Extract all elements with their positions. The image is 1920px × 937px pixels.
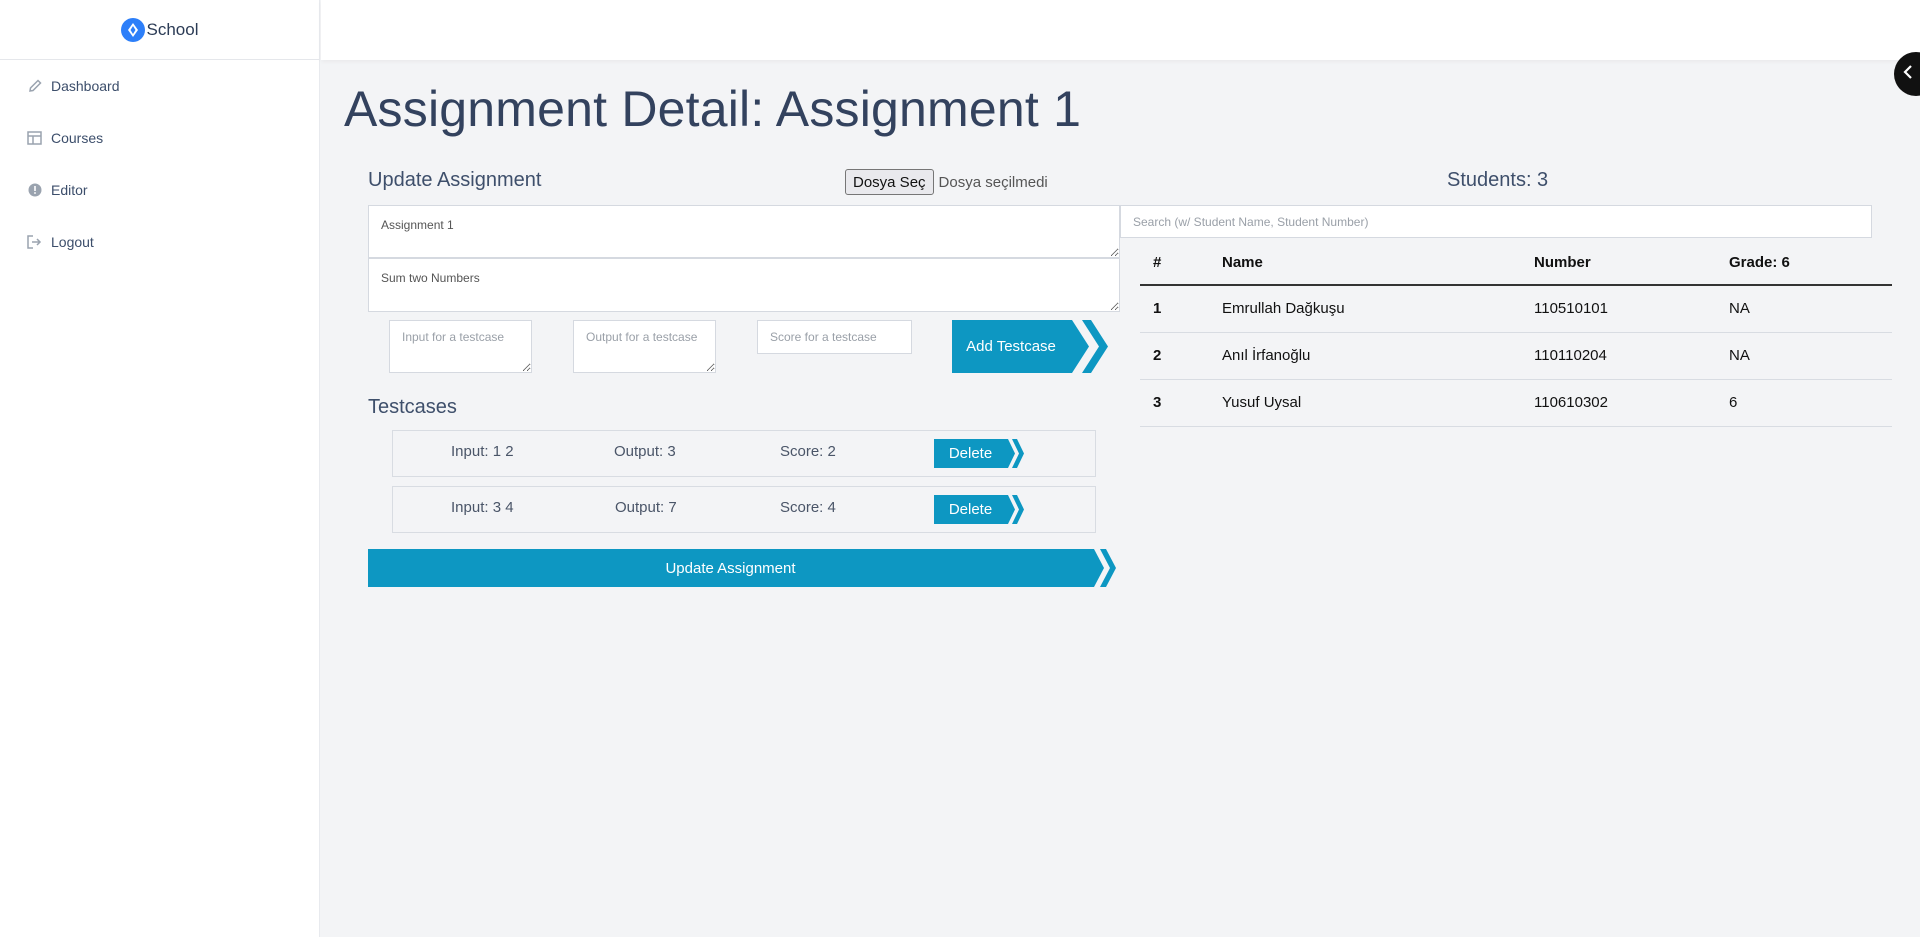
students-table: # Name Number Grade: 6 1 Emrullah Dağkuş… xyxy=(1140,240,1892,427)
student-number: 110110204 xyxy=(1521,332,1716,380)
chevron-arrow-icon xyxy=(1092,549,1116,587)
sidebar: School Dashboard Courses Editor Logout xyxy=(0,0,320,937)
delete-label: Delete xyxy=(934,439,1007,468)
update-assignment-label: Update Assignment xyxy=(368,549,1093,587)
topbar xyxy=(321,0,1920,60)
sidebar-item-label: Dashboard xyxy=(51,78,120,94)
logout-icon xyxy=(27,235,42,250)
page-title: Assignment Detail: Assignment 1 xyxy=(344,81,1082,137)
testcase-input: Input: 1 2 xyxy=(451,443,514,460)
students-title: Students: 3 xyxy=(1447,169,1549,191)
column-header: Name xyxy=(1209,240,1521,286)
testcase-score: Score: 2 xyxy=(780,443,836,460)
chevron-arrow-icon xyxy=(1069,320,1108,373)
sidebar-nav: Dashboard Courses Editor Logout xyxy=(0,60,319,268)
column-header: Number xyxy=(1521,240,1716,286)
add-testcase-label: Add Testcase xyxy=(952,320,1070,373)
student-search-input[interactable] xyxy=(1120,205,1872,238)
testcase-input-field[interactable] xyxy=(389,320,532,373)
student-grade: NA xyxy=(1716,332,1892,380)
brand-logo-icon xyxy=(120,17,145,42)
file-status: Dosya seçilmedi xyxy=(938,173,1048,191)
testcase-output: Output: 7 xyxy=(615,499,677,516)
testcase-output: Output: 3 xyxy=(614,443,676,460)
testcase-row: Input: 1 2 Output: 3 Score: 2 Delete xyxy=(392,430,1096,477)
student-name: Anıl İrfanoğlu xyxy=(1209,332,1521,380)
delete-label: Delete xyxy=(934,495,1007,524)
sidebar-item-dashboard[interactable]: Dashboard xyxy=(0,60,319,112)
pencil-icon xyxy=(27,79,42,94)
table-icon xyxy=(27,131,42,146)
column-header: Grade: 6 xyxy=(1716,240,1892,286)
testcase-output-field[interactable] xyxy=(573,320,716,373)
student-number: 110610302 xyxy=(1521,379,1716,427)
table-header-row: # Name Number Grade: 6 xyxy=(1140,240,1892,286)
sidebar-item-label: Logout xyxy=(51,234,94,250)
student-name: Emrullah Dağkuşu xyxy=(1209,285,1521,333)
student-index: 2 xyxy=(1140,332,1209,380)
student-number: 110510101 xyxy=(1521,285,1716,333)
student-index: 1 xyxy=(1140,285,1209,333)
testcase-input: Input: 3 4 xyxy=(451,499,514,516)
student-grade: NA xyxy=(1716,285,1892,333)
testcase-score-field[interactable] xyxy=(757,320,912,354)
sidebar-item-label: Editor xyxy=(51,182,88,198)
assignment-name-field[interactable]: Assignment 1 xyxy=(368,205,1120,258)
delete-testcase-button[interactable]: Delete xyxy=(934,495,1030,524)
testcases-title: Testcases xyxy=(368,396,457,418)
table-row[interactable]: 2 Anıl İrfanoğlu 110110204 NA xyxy=(1140,332,1892,380)
testcase-score: Score: 4 xyxy=(780,499,836,516)
brand-name: School xyxy=(146,19,199,39)
delete-testcase-button[interactable]: Delete xyxy=(934,439,1030,468)
sidebar-item-editor[interactable]: Editor xyxy=(0,164,319,216)
choose-file-button[interactable]: Dosya Seç xyxy=(845,169,934,195)
table-row[interactable]: 3 Yusuf Uysal 110610302 6 xyxy=(1140,379,1892,427)
brand[interactable]: School xyxy=(0,0,319,60)
update-assignment-title: Update Assignment xyxy=(368,169,542,191)
add-testcase-button[interactable]: Add Testcase xyxy=(952,320,1114,373)
sidebar-item-label: Courses xyxy=(51,130,104,146)
testcase-row: Input: 3 4 Output: 7 Score: 4 Delete xyxy=(392,486,1096,533)
assignment-description-field[interactable]: Sum two Numbers xyxy=(368,258,1120,312)
file-upload: Dosya Seç Dosya seçilmedi xyxy=(845,169,1048,195)
chevron-arrow-icon xyxy=(1006,439,1024,468)
student-grade: 6 xyxy=(1716,379,1892,427)
student-name: Yusuf Uysal xyxy=(1209,379,1521,427)
info-icon xyxy=(27,183,42,198)
chevron-arrow-icon xyxy=(1006,495,1024,524)
update-assignment-button[interactable]: Update Assignment xyxy=(368,549,1122,587)
sidebar-item-logout[interactable]: Logout xyxy=(0,216,319,268)
column-header: # xyxy=(1140,240,1209,286)
sidebar-item-courses[interactable]: Courses xyxy=(0,112,319,164)
student-index: 3 xyxy=(1140,379,1209,427)
chevron-left-icon xyxy=(1903,64,1913,84)
table-row[interactable]: 1 Emrullah Dağkuşu 110510101 NA xyxy=(1140,285,1892,333)
